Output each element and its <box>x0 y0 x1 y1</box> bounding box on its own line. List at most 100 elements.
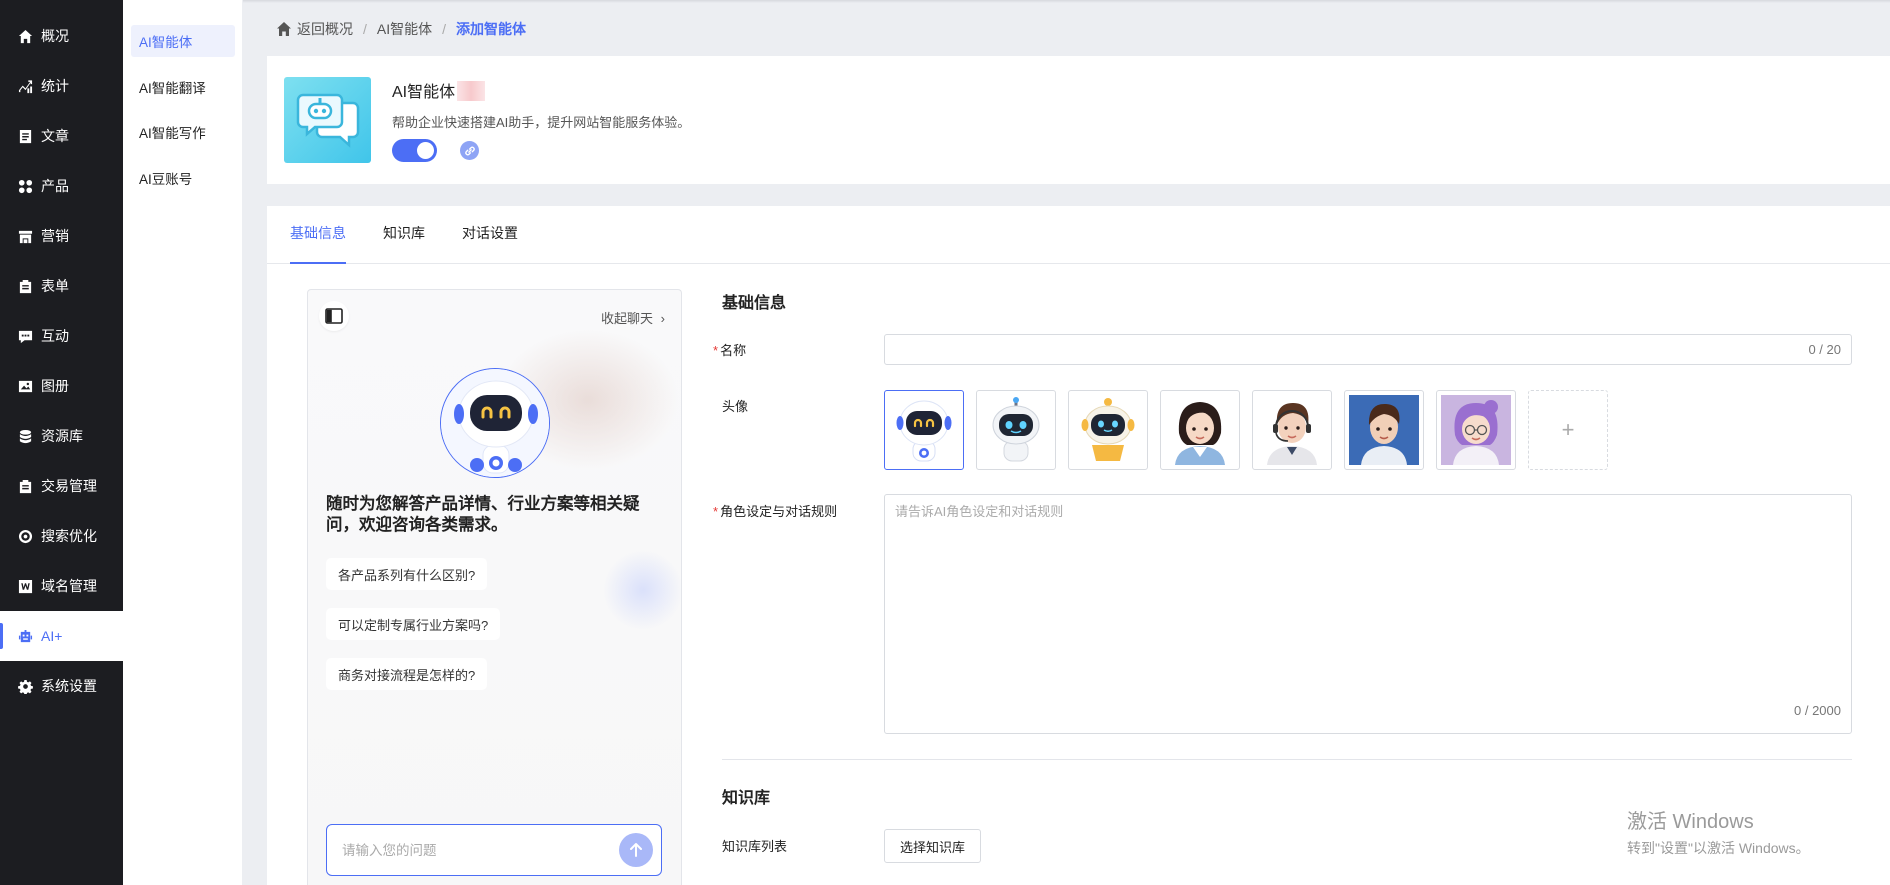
database-icon <box>17 428 33 444</box>
agent-description: 帮助企业快速搭建AI助手，提升网站智能服务体验。 <box>392 115 691 130</box>
nav-label: 文章 <box>41 128 69 144</box>
robot-icon <box>17 628 33 644</box>
tab-knowledge-base[interactable]: 知识库 <box>383 223 425 263</box>
gear-icon <box>17 678 33 694</box>
suggested-question[interactable]: 各产品系列有什么区别? <box>326 558 488 590</box>
chart-icon <box>17 78 33 94</box>
breadcrumb-home[interactable]: 返回概况 <box>276 19 353 39</box>
agent-enable-toggle[interactable] <box>392 139 437 162</box>
chevron-right-icon: › <box>660 311 665 326</box>
tab-dialog-settings[interactable]: 对话设置 <box>462 223 518 263</box>
gallery-icon <box>17 378 33 394</box>
nav-item-seo[interactable]: 搜索优化 <box>0 511 123 561</box>
sidebar-toggle-button[interactable] <box>319 301 349 331</box>
avatar-option-support-man[interactable] <box>1252 390 1332 470</box>
avatar-option-robot-blue[interactable] <box>884 390 964 470</box>
nav-label: 表单 <box>41 278 69 294</box>
name-input[interactable] <box>895 340 1775 360</box>
nav-item-marketing[interactable]: 营销 <box>0 211 123 261</box>
nav-item-stats[interactable]: 统计 <box>0 61 123 111</box>
subnav-item-ai-translate[interactable]: AI智能翻译 <box>131 71 235 103</box>
add-avatar-button[interactable]: + <box>1528 390 1608 470</box>
nav-label: 互动 <box>41 328 69 344</box>
nav-item-domains[interactable]: 域名管理 <box>0 561 123 611</box>
rules-char-counter: 0 / 2000 <box>1794 703 1841 718</box>
link-icon <box>464 146 475 155</box>
agent-header-card: AI智能体 帮助企业快速搭建AI助手，提升网站智能服务体验。 <box>267 56 1890 184</box>
agent-name: AI智能体 <box>392 78 486 102</box>
select-knowledge-base-button[interactable]: 选择知识库 <box>884 829 981 863</box>
nav-item-overview[interactable]: 概况 <box>0 11 123 61</box>
rules-label-text: 角色设定与对话规则 <box>720 504 838 519</box>
breadcrumb-home-label: 返回概况 <box>297 21 353 37</box>
tab-basic-info[interactable]: 基础信息 <box>290 223 346 264</box>
chat-question-input[interactable] <box>342 839 602 861</box>
windows-activation-watermark: 激活 Windows 转到"设置"以激活 Windows。 <box>1627 805 1810 858</box>
nav-item-articles[interactable]: 文章 <box>0 111 123 161</box>
nav-label: 域名管理 <box>41 578 97 594</box>
robot-icon <box>441 369 549 477</box>
grid-icon <box>17 178 33 194</box>
clipboard-icon <box>17 278 33 294</box>
woman-avatar-icon <box>1175 402 1225 465</box>
nav-label: 交易管理 <box>41 478 97 494</box>
robot-icon <box>992 397 1040 462</box>
nav-item-resources[interactable]: 资源库 <box>0 411 123 461</box>
nav-item-settings[interactable]: 系统设置 <box>0 661 123 711</box>
name-label-text: 名称 <box>720 343 747 358</box>
avatar-option-robot-gold[interactable] <box>1068 390 1148 470</box>
subnav-item-ai-bean-account[interactable]: AI豆账号 <box>131 162 235 194</box>
robot-icon <box>896 400 952 462</box>
subnav-item-ai-writing[interactable]: AI智能写作 <box>131 116 235 148</box>
knowledge-base-title: 知识库 <box>722 790 771 807</box>
watermark-title: 激活 Windows <box>1627 811 1754 833</box>
nav-item-products[interactable]: 产品 <box>0 161 123 211</box>
nav-item-forms[interactable]: 表单 <box>0 261 123 311</box>
subnav-item-ai-agent[interactable]: AI智能体 <box>131 25 235 57</box>
section-divider <box>722 759 1852 760</box>
main-nav: 概况 统计 文章 产品 营销 表单 互动 图册 资源库 交易管理 搜索优化 域名… <box>0 0 123 885</box>
home-icon <box>277 22 291 36</box>
home-icon <box>17 28 33 44</box>
avatar-option-man[interactable] <box>1344 390 1424 470</box>
send-button[interactable] <box>619 833 653 867</box>
collapse-chat-button[interactable]: 收起聊天 › <box>601 308 665 327</box>
name-char-counter: 0 / 20 <box>1808 342 1841 357</box>
nav-label: 搜索优化 <box>41 528 97 544</box>
breadcrumb-separator: / <box>363 21 367 37</box>
rules-field: 0 / 2000 <box>884 494 1852 734</box>
breadcrumb: 返回概况 / AI智能体 / 添加智能体 <box>276 19 526 39</box>
clipboard-icon <box>17 478 33 494</box>
woman-glasses-avatar-icon <box>1453 400 1499 465</box>
breadcrumb-ai-agent[interactable]: AI智能体 <box>377 19 432 39</box>
nav-label: AI+ <box>41 628 63 644</box>
basic-info-title: 基础信息 <box>722 295 787 312</box>
required-mark: * <box>713 504 719 519</box>
agent-name-text: AI智能体 <box>392 84 456 101</box>
shop-icon <box>17 228 33 244</box>
required-mark: * <box>713 343 719 358</box>
chat-bubble-icon <box>17 328 33 344</box>
nav-label: 系统设置 <box>41 678 97 694</box>
nav-label: 统计 <box>41 78 69 94</box>
avatar-option-woman[interactable] <box>1160 390 1240 470</box>
knowledge-base-list-label: 知识库列表 <box>722 839 788 854</box>
suggested-question[interactable]: 商务对接流程是怎样的? <box>326 658 488 690</box>
robot-avatar <box>440 368 550 478</box>
rules-textarea[interactable] <box>895 501 1835 701</box>
avatar-option-purple-hair[interactable] <box>1436 390 1516 470</box>
nav-item-gallery[interactable]: 图册 <box>0 361 123 411</box>
breadcrumb-separator: / <box>442 21 447 37</box>
avatar-option-robot-white[interactable] <box>976 390 1056 470</box>
nav-item-ai[interactable]: AI+ <box>0 611 123 661</box>
name-label: * 名称 <box>713 340 746 359</box>
link-button[interactable] <box>460 141 479 160</box>
nav-item-interaction[interactable]: 互动 <box>0 311 123 361</box>
suggested-question[interactable]: 可以定制专属行业方案吗? <box>326 608 501 640</box>
support-agent-avatar-icon <box>1267 403 1317 465</box>
agent-logo <box>284 77 371 163</box>
nav-item-transactions[interactable]: 交易管理 <box>0 461 123 511</box>
arrow-up-icon <box>630 843 642 857</box>
avatar-label: 头像 <box>722 399 749 414</box>
name-field: 0 / 20 <box>884 334 1852 365</box>
